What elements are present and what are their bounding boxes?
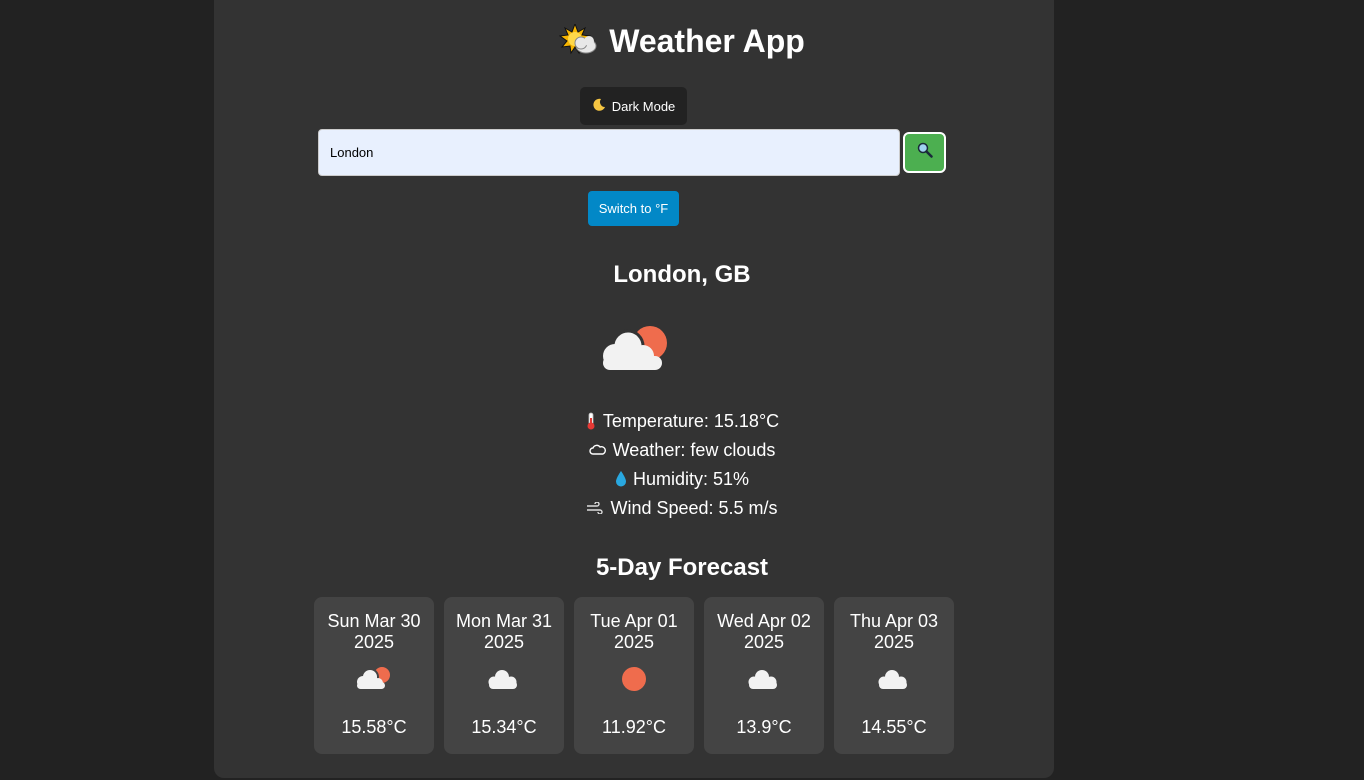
forecast-date: Tue Apr 01 2025 [574,611,694,653]
forecast-date: Wed Apr 02 2025 [704,611,824,653]
forecast-year: 2025 [353,632,395,652]
forecast-day: Tue Apr 01 [590,611,678,631]
droplet-icon [615,470,627,488]
forecast-card: Thu Apr 03 2025 14.55°C [834,597,954,754]
forecast-date: Mon Mar 31 2025 [444,611,564,653]
temperature-row: Temperature: 15.18°C [0,409,1364,433]
humidity-text: Humidity: 51% [632,469,750,489]
few-clouds-icon [354,665,394,698]
forecast-year: 2025 [613,632,655,652]
weather-text: Weather: few clouds [612,440,776,460]
dark-mode-button[interactable]: Dark Mode [580,87,687,125]
forecast-temp: 11.92°C [602,717,666,737]
cloud-icon [744,665,784,698]
app-title-text: Weather App [609,23,805,59]
forecast-year: 2025 [873,632,915,652]
forecast-day: Sun Mar 30 [327,611,421,631]
cloud-outline-icon [589,444,607,456]
city-name: London, GB [613,261,751,288]
forecast-card: Mon Mar 31 2025 15.34°C [444,597,564,754]
dark-mode-label: Dark Mode [611,98,676,114]
unit-toggle-button[interactable]: Switch to °F [588,191,679,226]
forecast-temp: 13.9°C [736,717,792,737]
forecast-card: Sun Mar 30 2025 15.58°C [314,597,434,754]
temperature-text: Temperature: 15.18°C [602,411,780,431]
forecast-year: 2025 [743,632,785,652]
forecast-year: 2025 [483,632,525,652]
sun-behind-cloud-icon [559,24,597,58]
forecast-title: 5-Day Forecast [595,554,769,581]
forecast-temp: 15.34°C [471,717,537,737]
wind-text: Wind Speed: 5.5 m/s [610,498,778,518]
forecast-card: Wed Apr 02 2025 13.9°C [704,597,824,754]
magnifier-icon [917,142,933,163]
city-search-input[interactable] [318,129,900,176]
wind-icon [586,502,604,514]
forecast-date: Sun Mar 30 2025 [314,611,434,653]
humidity-row: Humidity: 51% [0,467,1364,491]
sun-icon [614,665,654,698]
cloud-icon [874,665,914,698]
moon-icon [592,98,606,115]
forecast-day: Mon Mar 31 [455,611,553,631]
forecast-temp: 15.58°C [341,717,407,737]
search-button[interactable] [903,132,946,173]
forecast-temp: 14.55°C [861,717,927,737]
app-title: Weather App [0,21,1364,61]
weather-row: Weather: few clouds [0,438,1364,462]
forecast-card: Tue Apr 01 2025 11.92°C [574,597,694,754]
few-clouds-icon [598,320,670,381]
cloud-icon [484,665,524,698]
forecast-day: Thu Apr 03 [849,611,939,631]
wind-row: Wind Speed: 5.5 m/s [0,496,1364,520]
forecast-day: Wed Apr 02 [717,611,811,631]
thermometer-icon [585,412,597,430]
forecast-date: Thu Apr 03 2025 [834,611,954,653]
